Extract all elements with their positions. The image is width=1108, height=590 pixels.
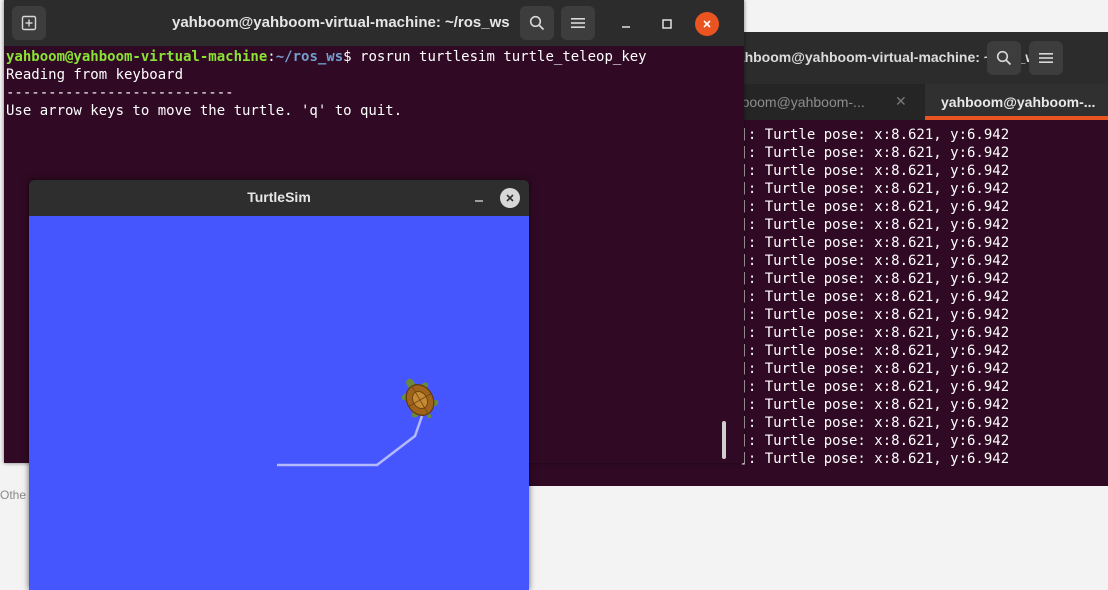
minimize-icon xyxy=(622,26,630,28)
turtlesim-window[interactable]: TurtleSim xyxy=(29,180,529,590)
turtlesim-close-button[interactable] xyxy=(500,188,520,208)
pose-log-line: 9]: Turtle pose: x:8.621, y:6.942 xyxy=(731,253,1010,269)
pose-log-line: 0]: Turtle pose: x:8.621, y:6.942 xyxy=(731,271,1010,287)
output-line: Use arrow keys to move the turtle. 'q' t… xyxy=(6,103,403,119)
front-terminal-title: yahboom@yahboom-virtual-machine: ~/ros_w… xyxy=(172,14,510,31)
pose-log-line: 1]: Turtle pose: x:8.621, y:6.942 xyxy=(731,127,1010,143)
pose-log-line: 4]: Turtle pose: x:8.621, y:6.942 xyxy=(731,361,1010,377)
tab-terminal-2[interactable]: yahboom@yahboom-... xyxy=(925,84,1108,120)
pose-log-line: 3]: Turtle pose: x:8.621, y:6.942 xyxy=(731,181,1010,197)
maximize-icon xyxy=(662,19,672,29)
active-tab-indicator xyxy=(925,116,1108,120)
front-maximize-button[interactable] xyxy=(655,12,679,36)
output-line: --------------------------- xyxy=(6,85,234,101)
turtle-pen-trail xyxy=(277,415,424,467)
scrollbar-thumb[interactable] xyxy=(722,421,726,459)
tab-terminal-1[interactable]: yahboom@yahboom-... xyxy=(719,84,905,120)
pose-log-line: 9]: Turtle pose: x:8.621, y:6.942 xyxy=(731,217,1010,233)
front-menu-button[interactable] xyxy=(561,6,595,40)
turtlesim-title: TurtleSim xyxy=(247,189,311,205)
pose-log-line: 9]: Turtle pose: x:8.621, y:6.942 xyxy=(731,289,1010,305)
new-tab-button[interactable] xyxy=(12,6,46,40)
pose-log-line: 2]: Turtle pose: x:8.621, y:6.942 xyxy=(731,433,1010,449)
pose-log-line: 9]: Turtle pose: x:8.621, y:6.942 xyxy=(731,235,1010,251)
back-menu-button[interactable] xyxy=(1029,41,1063,75)
prompt-dollar: $ xyxy=(343,49,361,65)
turtle-icon xyxy=(401,378,439,419)
pose-log-line: 5]: Turtle pose: x:8.621, y:6.942 xyxy=(731,379,1010,395)
prompt-path: ~/ros_ws xyxy=(275,49,344,65)
tab-close-icon[interactable]: ✕ xyxy=(895,84,907,120)
pose-log-line: 5]: Turtle pose: x:8.621, y:6.942 xyxy=(731,307,1010,323)
front-terminal-content[interactable]: yahboom@yahboom-virtual-machine:~/ros_ws… xyxy=(6,48,647,120)
front-terminal-titlebar[interactable]: yahboom@yahboom-virtual-machine: ~/ros_w… xyxy=(4,0,744,46)
search-icon xyxy=(996,50,1012,66)
prompt-user: yahboom@yahboom-virtual-machine xyxy=(6,49,268,65)
front-minimize-button[interactable] xyxy=(614,12,638,36)
pose-log-line: 9]: Turtle pose: x:8.621, y:6.942 xyxy=(731,145,1010,161)
search-icon xyxy=(529,15,545,31)
tab-terminal-2-label: yahboom@yahboom-... xyxy=(941,94,1096,110)
hamburger-menu-icon xyxy=(571,18,585,28)
turtlesim-titlebar[interactable]: TurtleSim xyxy=(29,180,529,216)
new-tab-icon xyxy=(21,15,37,31)
pose-log-output: 1]: Turtle pose: x:8.621, y:6.942 9]: Tur… xyxy=(731,126,1009,468)
minimize-icon xyxy=(475,200,483,202)
pose-log-line: 7]: Turtle pose: x:8.621, y:6.942 xyxy=(731,451,1010,467)
pose-log-line: 9]: Turtle pose: x:8.621, y:6.942 xyxy=(731,415,1010,431)
back-search-button[interactable] xyxy=(987,41,1021,75)
pose-log-line: 3]: Turtle pose: x:8.621, y:6.942 xyxy=(731,163,1010,179)
output-line: Reading from keyboard xyxy=(6,67,184,83)
front-close-button[interactable] xyxy=(695,12,719,36)
prompt-separator: : xyxy=(267,49,276,65)
close-icon xyxy=(506,194,514,202)
command-text: rosrun turtlesim turtle_teleop_key xyxy=(360,49,647,65)
pose-log-line: 1]: Turtle pose: x:8.621, y:6.942 xyxy=(731,397,1010,413)
turtlesim-minimize-button[interactable] xyxy=(471,190,487,206)
close-icon xyxy=(703,20,711,28)
front-search-button[interactable] xyxy=(520,6,554,40)
turtlesim-canvas xyxy=(29,216,529,590)
pose-log-line: 9]: Turtle pose: x:8.621, y:6.942 xyxy=(731,343,1010,359)
desktop-label-fragment: Othe xyxy=(0,488,27,502)
turtle-scene xyxy=(277,378,439,467)
command-line: yahboom@yahboom-virtual-machine:~/ros_ws… xyxy=(6,48,647,66)
pose-log-line: 3]: Turtle pose: x:8.621, y:6.942 xyxy=(731,199,1010,215)
hamburger-menu-icon xyxy=(1039,53,1053,63)
pose-log-line: 5]: Turtle pose: x:8.621, y:6.942 xyxy=(731,325,1010,341)
